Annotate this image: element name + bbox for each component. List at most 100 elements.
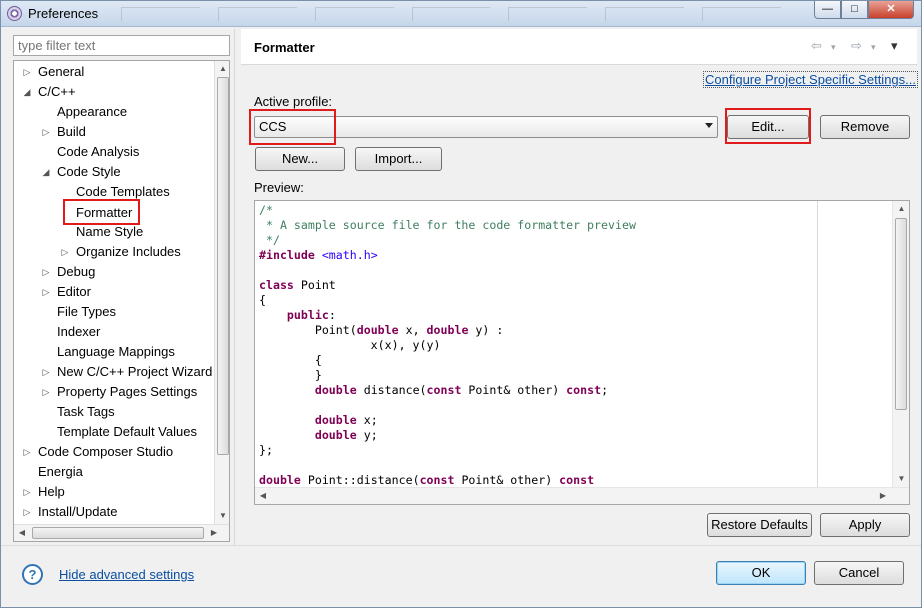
tree-collapse-icon[interactable]: ◢ — [41, 162, 51, 182]
apply-button[interactable]: Apply — [820, 513, 910, 537]
chevron-down-icon[interactable]: ▾ — [871, 42, 876, 53]
forward-arrow-icon[interactable]: ⇨ — [851, 38, 862, 54]
code-line: * A sample source file for the code form… — [259, 218, 636, 232]
tree-item[interactable]: Property Pages Settings — [57, 382, 197, 402]
scroll-thumb[interactable] — [217, 77, 229, 455]
tree-item[interactable]: Task Tags — [57, 402, 115, 422]
tree-collapse-icon[interactable]: ◢ — [22, 82, 32, 102]
preview-vertical-scrollbar[interactable]: ▲ ▼ — [892, 201, 909, 487]
remove-button[interactable]: Remove — [820, 115, 910, 139]
help-icon[interactable]: ? — [22, 564, 43, 585]
page-header: Formatter ⇦ ▾ ⇨ ▾ ▾ — [241, 29, 917, 65]
code-line: Point(double x, double y) : — [259, 323, 504, 337]
background-tabs-decoration — [121, 7, 782, 21]
tree-expand-icon[interactable]: ▷ — [60, 242, 70, 262]
scroll-left-arrow-icon[interactable]: ◀ — [14, 525, 30, 541]
scroll-thumb[interactable] — [32, 527, 204, 539]
import-profile-button[interactable]: Import... — [355, 147, 442, 171]
tree-item[interactable]: Organize Includes — [76, 242, 181, 262]
code-line: x(x), y(y) — [259, 338, 441, 352]
tree-item[interactable]: Appearance — [57, 102, 127, 122]
profile-select[interactable]: CCS — [254, 116, 718, 138]
tree-expand-icon[interactable]: ▷ — [22, 62, 32, 82]
tree-item[interactable]: Code Analysis — [57, 142, 139, 162]
code-line: */ — [259, 233, 280, 247]
minimize-button[interactable]: — — [814, 1, 841, 19]
edit-button[interactable]: Edit... — [727, 115, 809, 139]
active-profile-label: Active profile: — [254, 94, 333, 109]
tree-item[interactable]: Code Templates — [76, 182, 170, 202]
tree-vertical-scrollbar[interactable]: ▲ ▼ — [214, 61, 229, 524]
tree-item[interactable]: Template Default Values — [57, 422, 197, 442]
tree-expand-icon[interactable]: ▷ — [22, 482, 32, 502]
tree-item[interactable]: Indexer — [57, 322, 100, 342]
preview-horizontal-scrollbar[interactable]: ◀ ▶ — [255, 487, 909, 504]
cancel-button[interactable]: Cancel — [814, 561, 904, 585]
tree-expand-icon[interactable]: ▷ — [41, 262, 51, 282]
ok-button[interactable]: OK — [716, 561, 806, 585]
chevron-down-icon[interactable]: ▾ — [831, 42, 836, 53]
page-title: Formatter — [254, 40, 315, 55]
tree-item[interactable]: C/C++ — [38, 82, 76, 102]
tree-item[interactable]: Code Style — [57, 162, 121, 182]
tree-item[interactable]: Build — [57, 122, 86, 142]
profile-select-value: CCS — [259, 119, 287, 134]
tree-item[interactable]: File Types — [57, 302, 116, 322]
code-line: double x; — [314, 413, 378, 427]
tree-item[interactable]: Help — [38, 482, 65, 502]
window-title: Preferences — [28, 6, 99, 21]
new-profile-button[interactable]: New... — [255, 147, 345, 171]
code-line: double y; — [314, 428, 378, 442]
tree-item[interactable]: Debug — [57, 262, 95, 282]
hide-advanced-settings-link[interactable]: Hide advanced settings — [59, 567, 194, 582]
code-preview-text: /* * A sample source file for the code f… — [259, 203, 636, 488]
scroll-right-arrow-icon[interactable]: ▶ — [206, 525, 222, 541]
dialog-footer: ? Hide advanced settings OK Cancel — [1, 545, 921, 607]
code-line: } — [259, 368, 322, 382]
scroll-left-arrow-icon[interactable]: ◀ — [255, 488, 271, 504]
preferences-window: Preferences — □ ✕ Install/UpdateHelpEner… — [0, 0, 922, 608]
scroll-thumb[interactable] — [895, 218, 907, 410]
code-preview: /* * A sample source file for the code f… — [254, 200, 910, 505]
back-arrow-icon[interactable]: ⇦ — [811, 38, 822, 54]
chevron-down-icon — [705, 123, 713, 128]
tree-item[interactable]: Formatter — [63, 199, 141, 225]
panel-divider[interactable] — [234, 29, 240, 545]
scroll-up-arrow-icon[interactable]: ▲ — [893, 201, 909, 217]
tree-expand-icon[interactable]: ▷ — [41, 282, 51, 302]
tree-item[interactable]: Language Mappings — [57, 342, 175, 362]
tree-item[interactable]: Install/Update — [38, 502, 118, 522]
tree-item[interactable]: Code Composer Studio — [38, 442, 173, 462]
tree-item[interactable]: Name Style — [76, 222, 143, 242]
close-window-button[interactable]: ✕ — [868, 1, 914, 19]
tree-expand-icon[interactable]: ▷ — [41, 122, 51, 142]
tree-expand-icon[interactable]: ▷ — [22, 502, 32, 522]
code-line: #include <math.h> — [259, 248, 378, 262]
tree-item[interactable]: Energia — [38, 462, 83, 482]
code-line: double distance(const Point& other) cons… — [314, 383, 609, 397]
filter-input[interactable] — [13, 35, 230, 56]
scroll-up-arrow-icon[interactable]: ▲ — [215, 61, 229, 77]
configure-project-specific-link[interactable]: Configure Project Specific Settings... — [703, 71, 918, 88]
scroll-right-arrow-icon[interactable]: ▶ — [875, 488, 891, 504]
code-line: class Point — [259, 278, 336, 292]
tree-item[interactable]: Editor — [57, 282, 91, 302]
tree-expand-icon[interactable]: ▷ — [22, 442, 32, 462]
code-line: double Point::distance(const Point& othe… — [259, 473, 595, 487]
code-line: }; — [259, 443, 273, 457]
title-bar: Preferences — □ ✕ — [1, 1, 921, 27]
tree-item[interactable]: New C/C++ Project Wizard — [57, 362, 212, 382]
tree-item[interactable]: General — [38, 62, 84, 82]
restore-defaults-button[interactable]: Restore Defaults — [707, 513, 812, 537]
maximize-button[interactable]: □ — [841, 1, 868, 19]
tree-expand-icon[interactable]: ▷ — [41, 382, 51, 402]
scroll-down-arrow-icon[interactable]: ▼ — [215, 508, 229, 524]
scroll-down-arrow-icon[interactable]: ▼ — [893, 471, 909, 487]
code-line: { — [259, 353, 322, 367]
tree-expand-icon[interactable]: ▷ — [41, 362, 51, 382]
tree-horizontal-scrollbar[interactable]: ◀ ▶ — [14, 524, 229, 541]
view-menu-icon[interactable]: ▾ — [891, 38, 898, 54]
